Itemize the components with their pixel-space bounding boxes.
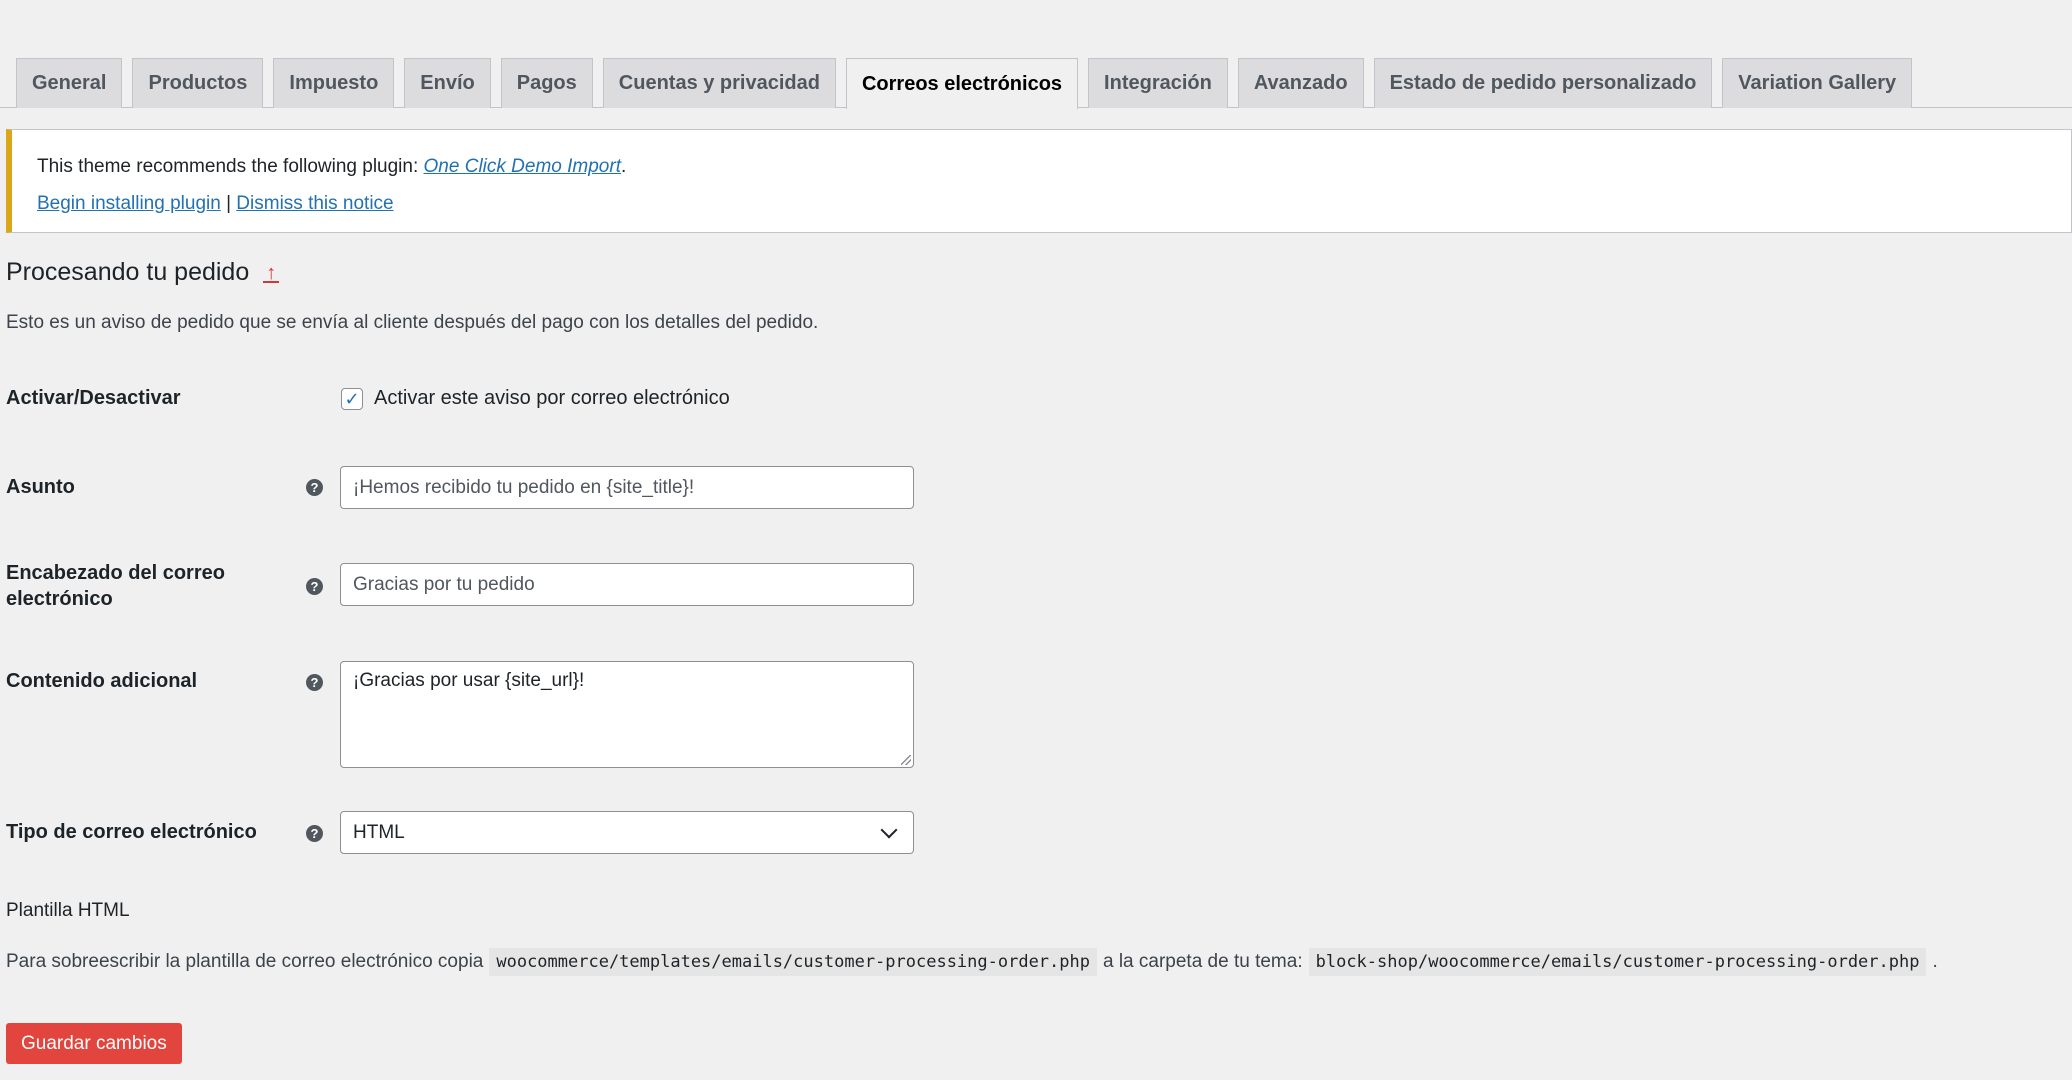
install-plugin-link[interactable]: Begin installing plugin — [37, 193, 221, 214]
tab-productos[interactable]: Productos — [132, 58, 264, 108]
heading-placeholder: Gracias por tu pedido — [353, 573, 535, 595]
tab-variation-gallery[interactable]: Variation Gallery — [1722, 58, 1913, 108]
notice-actions: Begin installing plugin | Dismiss this n… — [37, 193, 394, 215]
checkmark-icon: ✓ — [344, 388, 360, 409]
tab-impuesto[interactable]: Impuesto — [273, 58, 395, 108]
dismiss-notice-link[interactable]: Dismiss this notice — [236, 193, 393, 214]
template-instructions: Para sobreescribir la plantilla de corre… — [6, 948, 1938, 976]
up-arrow-icon[interactable]: ↑ — [263, 263, 280, 283]
additional-content-label: Contenido adicional — [6, 670, 198, 692]
chevron-down-icon — [880, 821, 898, 838]
tab-pagos[interactable]: Pagos — [500, 58, 593, 108]
help-icon[interactable]: ? — [306, 674, 323, 691]
subject-label: Asunto — [6, 476, 75, 498]
tab-avanzado[interactable]: Avanzado — [1237, 58, 1364, 108]
subject-placeholder: ¡Hemos recibido tu pedido en {site_title… — [353, 476, 695, 498]
resize-grip-icon[interactable] — [901, 755, 911, 765]
help-icon[interactable]: ? — [306, 825, 323, 842]
tab-general[interactable]: General — [16, 58, 123, 108]
settings-tabs: General Productos Impuesto Envío Pagos C… — [16, 58, 2072, 109]
enable-checkbox-label[interactable]: Activar este aviso por correo electrónic… — [374, 387, 730, 410]
notice-period: . — [620, 156, 627, 177]
template-text-before: Para sobreescribir la plantilla de corre… — [6, 951, 484, 972]
template-dest-path: block-shop/woocommerce/emails/customer-p… — [1308, 948, 1927, 976]
help-icon[interactable]: ? — [306, 479, 323, 496]
help-icon[interactable]: ? — [306, 578, 323, 595]
section-title: Procesando tu pedido — [6, 258, 250, 286]
plugin-link[interactable]: One Click Demo Import — [424, 156, 621, 177]
tab-envio[interactable]: Envío — [404, 58, 491, 108]
subject-input[interactable]: ¡Hemos recibido tu pedido en {site_title… — [340, 466, 914, 509]
template-source-path: woocommerce/templates/emails/customer-pr… — [489, 948, 1097, 976]
notice-text: This theme recommends the following plug… — [37, 156, 424, 177]
enable-label: Activar/Desactivar — [6, 387, 181, 409]
tab-integracion[interactable]: Integración — [1088, 58, 1228, 108]
additional-content-textarea[interactable]: ¡Gracias por usar {site_url}! — [340, 661, 914, 768]
plugin-notice: This theme recommends the following plug… — [6, 129, 2072, 233]
template-label: Plantilla HTML — [6, 900, 130, 921]
template-text-after: . — [1932, 951, 1938, 972]
tab-estado-pedido-personalizado[interactable]: Estado de pedido personalizado — [1373, 58, 1713, 108]
heading-label: Encabezado del correo electrónico — [6, 562, 225, 610]
additional-content-value: ¡Gracias por usar {site_url}! — [353, 670, 585, 691]
page-title: Procesando tu pedido ↑ — [6, 258, 280, 287]
enable-checkbox[interactable]: ✓ — [341, 388, 363, 410]
save-button[interactable]: Guardar cambios — [6, 1023, 182, 1064]
email-type-select[interactable]: HTML — [340, 811, 914, 854]
tab-cuentas-privacidad[interactable]: Cuentas y privacidad — [602, 58, 836, 108]
tab-correos-electronicos[interactable]: Correos electrónicos — [845, 58, 1079, 109]
email-type-value: HTML — [353, 821, 405, 843]
template-text-middle: a la carpeta de tu tema: — [1102, 951, 1303, 972]
heading-input[interactable]: Gracias por tu pedido — [340, 563, 914, 606]
email-type-label: Tipo de correo electrónico — [6, 821, 257, 843]
notice-message: This theme recommends the following plug… — [37, 156, 626, 178]
notice-separator: | — [220, 193, 237, 214]
section-description: Esto es un aviso de pedido que se envía … — [6, 312, 819, 333]
